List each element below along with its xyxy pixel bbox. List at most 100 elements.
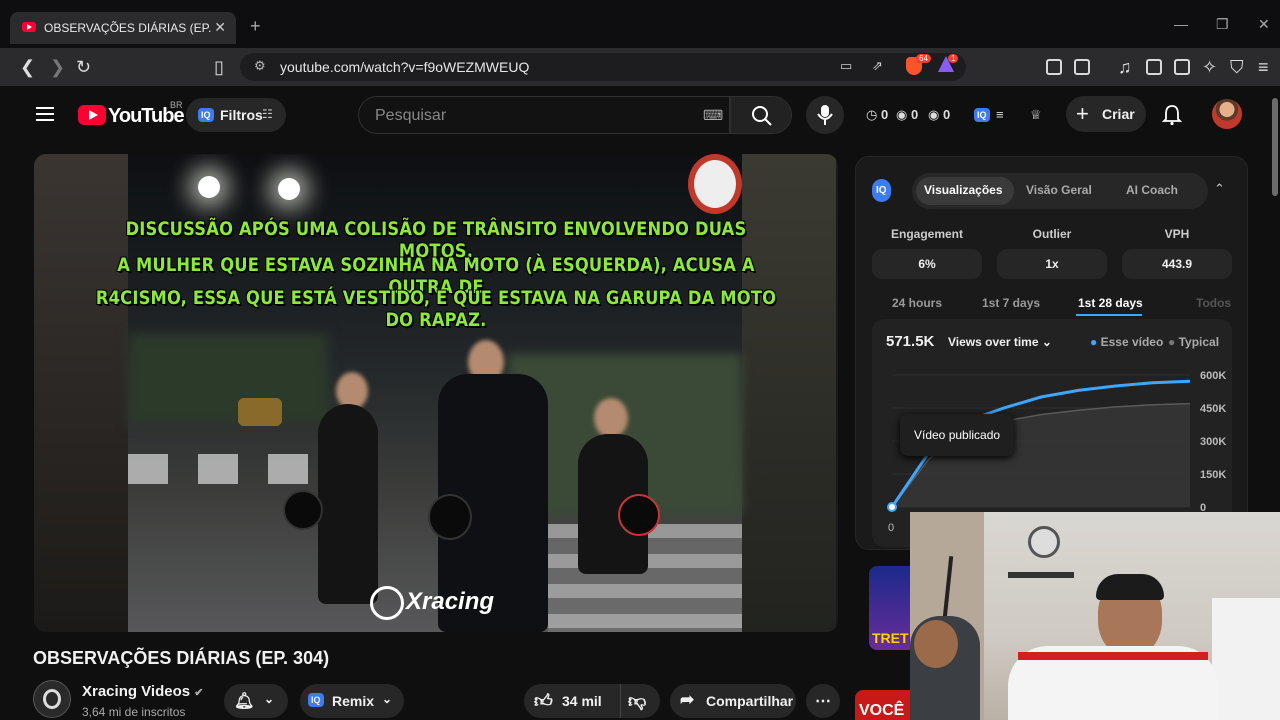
trees — [128, 334, 328, 424]
xracing-logo-icon — [370, 586, 404, 620]
menu-icon[interactable]: ≡ — [1258, 57, 1269, 78]
video-watermark: Xracing — [406, 588, 495, 615]
search-button[interactable] — [730, 96, 792, 134]
extensions-icon[interactable] — [1046, 59, 1062, 75]
iq-panel-logo-icon: IQ — [872, 179, 891, 202]
tooltip-text: Vídeo publicado — [914, 428, 1001, 442]
helmet — [283, 490, 323, 530]
subscription-bell-button[interactable]: 🔔︎ ⌄ — [224, 684, 288, 718]
browser-tab[interactable]: OBSERVAÇÕES DIÁRIAS (EP. 304) ✕ — [10, 12, 236, 44]
metric-label: Outlier — [1032, 227, 1072, 241]
x-tick-label: 0 — [888, 522, 894, 534]
legend-typical: ● Typical — [1168, 335, 1220, 349]
microphone-icon — [817, 105, 833, 125]
voice-search-button[interactable] — [806, 96, 844, 134]
analytics-panel: IQ Visualizações Visão Geral AI Coach ⌃ … — [855, 156, 1248, 550]
streamer-hair — [1096, 574, 1164, 600]
back-icon[interactable]: ❮ — [20, 57, 35, 78]
webcam-overlay — [910, 512, 1280, 720]
leo-ai-icon[interactable]: ✧ — [1202, 57, 1217, 78]
street-light — [198, 176, 220, 198]
iq-logo-icon: IQ — [198, 108, 214, 122]
dislike-icon[interactable]: 👎︎ — [628, 690, 646, 712]
reload-icon[interactable]: ↻ — [76, 57, 91, 78]
search-placeholder: Pesquisar — [375, 107, 447, 124]
youtube-header: YouTube BR IQ Filtros ☷ Pesquisar ⌨ ◷ 0 … — [0, 86, 1270, 144]
caption-line: R4CISMO, ESSA QUE ESTÁ VESTIDO, E QUE ES… — [95, 287, 777, 331]
iq-logo-icon: IQ — [308, 693, 324, 707]
restore-icon[interactable]: ❐ — [1216, 16, 1229, 33]
spartan-helmet-icon — [43, 689, 61, 709]
traffic-sign — [688, 154, 742, 214]
y-tick-label: 300K — [1200, 436, 1226, 448]
site-settings-icon[interactable]: ⚙ — [254, 58, 266, 74]
address-toolbar: ❮ ❯ ↻ ▯ ⚙ youtube.com/watch?v=f9oWEZMWEU… — [0, 48, 1280, 86]
music-icon[interactable]: ♫ — [1118, 57, 1132, 78]
wallet-icon[interactable] — [1174, 59, 1190, 75]
subscriber-count: 3,64 mi de inscritos — [82, 705, 186, 719]
cast-icon[interactable]: ▭ — [840, 58, 852, 74]
legend-this-video: ● Esse vídeo — [1090, 335, 1164, 349]
url-text: youtube.com/watch?v=f9oWEZMWEUQ — [280, 59, 530, 75]
page-scrollbar[interactable] — [1270, 86, 1280, 512]
new-tab-icon[interactable]: + — [250, 16, 261, 37]
tab-overview[interactable]: Visão Geral — [1026, 183, 1092, 197]
minimize-icon[interactable]: — — [1174, 16, 1188, 32]
range-28d[interactable]: 1st 28 days — [1078, 296, 1143, 310]
range-all[interactable]: Todos — [1196, 296, 1231, 310]
views-dropdown[interactable]: Views over time ⌄ — [948, 335, 1052, 349]
helmet — [618, 494, 660, 536]
hamburger-menu-icon[interactable] — [36, 107, 54, 109]
like-dislike-group: 👍︎ 34 mil 👎︎ — [524, 684, 660, 718]
car — [238, 398, 282, 426]
y-tick-label: 450K — [1200, 403, 1226, 415]
verified-icon: ✔ — [194, 687, 204, 699]
vpn-shield-icon[interactable]: ⛉ — [1230, 57, 1244, 78]
notifications-bell-icon[interactable] — [1162, 104, 1182, 126]
bookmark-icon[interactable]: ▯ — [214, 57, 224, 78]
create-button[interactable]: + Criar — [1066, 96, 1146, 132]
account-avatar[interactable] — [1212, 99, 1242, 129]
tab-views[interactable]: Visualizações — [924, 183, 1003, 197]
shirt-stripe — [1018, 652, 1208, 660]
tab-title: OBSERVAÇÕES DIÁRIAS (EP. 304) — [44, 21, 212, 35]
range-7d[interactable]: 1st 7 days — [982, 296, 1040, 310]
more-actions-button[interactable]: ⋯ — [806, 684, 840, 718]
scrollbar-thumb[interactable] — [1272, 98, 1278, 196]
collapse-chevron-icon[interactable]: ⌃ — [1214, 181, 1225, 197]
share-page-icon[interactable]: ⇗ — [872, 58, 883, 74]
sidebar-icon[interactable] — [1146, 59, 1162, 75]
search-input[interactable]: Pesquisar ⌨ — [358, 96, 730, 134]
filters-label: Filtros — [220, 107, 263, 123]
forward-icon[interactable]: ❯ — [50, 57, 65, 78]
recommended-thumbnail[interactable]: VOCÊ — [855, 690, 911, 720]
chevron-down-icon: ⌄ — [264, 692, 275, 706]
trophy-icon[interactable]: ♕ — [1030, 107, 1042, 123]
like-icon[interactable]: 👍︎ — [534, 690, 553, 712]
video-title: OBSERVAÇÕES DIÁRIAS (EP. 304) — [33, 648, 330, 668]
screenshot-icon[interactable] — [1074, 59, 1090, 75]
list-icon[interactable]: ≡ — [996, 107, 1004, 122]
share-button[interactable]: ➦ Compartilhar — [670, 684, 796, 718]
iq-extension-icon[interactable]: IQ — [974, 108, 990, 122]
range-24h[interactable]: 24 hours — [892, 296, 942, 310]
remix-button[interactable]: IQ Remix ⌄ — [300, 684, 404, 718]
metric-value: 1x — [997, 249, 1107, 279]
chevron-down-icon: ⌄ — [382, 692, 393, 706]
video-player[interactable]: DISCUSSÃO APÓS UMA COLISÃO DE TRÂNSITO E… — [34, 154, 838, 632]
channel-name[interactable]: Xracing Videos ✔ — [82, 683, 204, 700]
bell-icon: 🔔︎ — [234, 693, 255, 710]
keyboard-icon[interactable]: ⌨ — [703, 107, 723, 124]
recommended-thumbnail[interactable]: TRET — [869, 566, 911, 650]
child-head — [914, 620, 958, 668]
filters-button[interactable]: IQ Filtros ☷ — [186, 98, 286, 132]
shields-badge: 64 — [916, 54, 931, 63]
country-code: BR — [170, 100, 183, 110]
close-window-icon[interactable]: ✕ — [1258, 16, 1270, 33]
like-count[interactable]: 34 mil — [562, 693, 602, 709]
close-tab-icon[interactable]: ✕ — [214, 19, 226, 36]
channel-avatar[interactable] — [33, 680, 71, 718]
tab-ai-coach[interactable]: AI Coach — [1126, 183, 1178, 197]
youtube-logo-icon[interactable] — [78, 105, 106, 125]
url-field[interactable]: ⚙ youtube.com/watch?v=f9oWEZMWEUQ ▭ ⇗ — [240, 53, 966, 81]
